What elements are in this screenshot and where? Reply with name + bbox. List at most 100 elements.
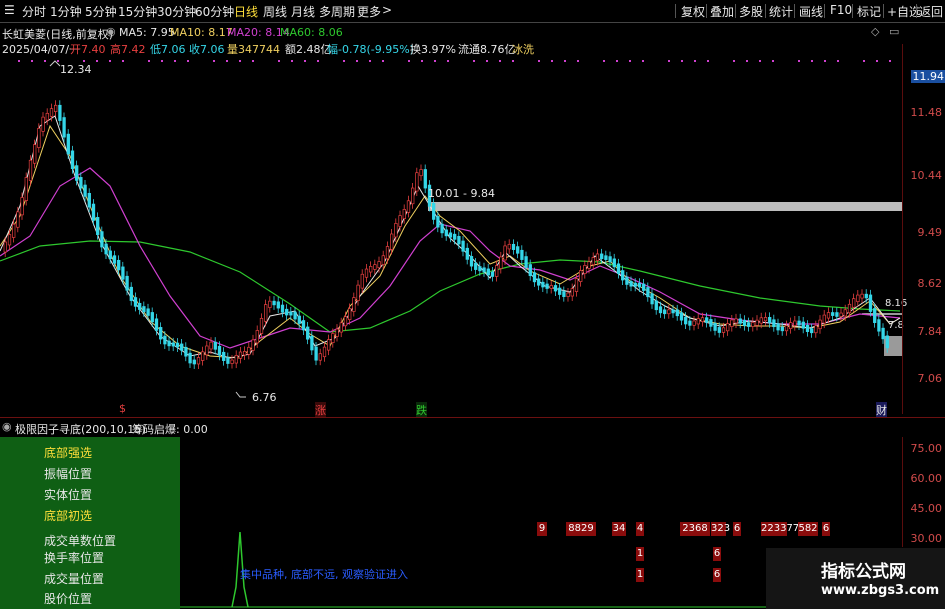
- event-marker-dollar[interactable]: $: [119, 402, 126, 415]
- signal-dot: [291, 60, 293, 62]
- diamond-icon[interactable]: ◇: [871, 25, 879, 38]
- event-marker-up[interactable]: 涨: [315, 402, 326, 418]
- tab-period-15min[interactable]: 15分钟: [118, 3, 157, 20]
- candle-body: [180, 343, 184, 351]
- candle-body: [684, 316, 688, 325]
- candle-body: [255, 330, 259, 344]
- settings-icon[interactable]: ◉: [106, 25, 116, 38]
- candle-body: [763, 317, 768, 322]
- f10-button[interactable]: F10: [830, 3, 852, 17]
- draw-line-button[interactable]: 画线: [799, 3, 823, 20]
- tab-period-multi[interactable]: 多周期: [319, 3, 355, 20]
- tab-period-60min[interactable]: 60分钟: [195, 3, 234, 20]
- overlay-button[interactable]: 叠加: [710, 3, 734, 20]
- candle-body: [360, 273, 364, 289]
- candle-body: [348, 308, 352, 320]
- signal-dot: [551, 60, 553, 62]
- indicator-settings-icon[interactable]: ◉: [2, 420, 12, 433]
- signal-dot: [733, 60, 735, 62]
- signal-dot: [681, 60, 683, 62]
- candle-body: [621, 270, 625, 281]
- candle-body: [100, 231, 104, 248]
- candle-body: [528, 264, 532, 277]
- back-button[interactable]: 返回: [919, 3, 943, 20]
- candle-body: [709, 319, 713, 327]
- candle-body: [780, 326, 784, 332]
- tab-period-daily[interactable]: 日线: [234, 3, 258, 20]
- bar-tag: 8829: [566, 522, 596, 536]
- signal-dot: [109, 60, 111, 62]
- signal-dot: [304, 60, 306, 62]
- signal-dot: [421, 60, 423, 62]
- candle-body: [373, 264, 377, 270]
- statistics-button[interactable]: 统计: [769, 3, 793, 20]
- candle-body: [772, 319, 776, 328]
- candle-body: [381, 255, 385, 265]
- signal-dot: [876, 60, 878, 62]
- tab-period-monthly[interactable]: 月线: [291, 3, 315, 20]
- candle-body: [54, 104, 58, 112]
- indicator-header: ◉ 极限因子寻底(200,10,15) 筹码启爆: 0.00: [0, 417, 945, 438]
- candle-body: [747, 322, 751, 327]
- candle-body: [205, 345, 209, 356]
- signal-dot: [499, 60, 501, 62]
- candle-body: [364, 268, 369, 278]
- candle-body: [646, 287, 650, 298]
- tab-period-weekly[interactable]: 周线: [263, 3, 287, 20]
- candle-body: [390, 233, 394, 250]
- candle-body: [70, 150, 75, 169]
- signal-dot: [668, 60, 670, 62]
- candle-body: [96, 217, 100, 235]
- candle-body: [558, 287, 562, 295]
- candle-body: [717, 327, 721, 333]
- legend-item: 成交量位置: [44, 572, 105, 586]
- candle-body: [398, 215, 402, 227]
- signal-dot: [174, 60, 176, 62]
- candle-body: [192, 359, 196, 365]
- collapse-icon[interactable]: ▭: [889, 25, 899, 38]
- event-marker-down[interactable]: 跌: [416, 402, 427, 418]
- candle-body: [562, 291, 566, 297]
- chevron-right-icon[interactable]: >: [382, 3, 392, 17]
- candle-body: [805, 324, 810, 332]
- candle-body: [457, 236, 461, 245]
- candle-body: [306, 326, 310, 340]
- candle-body: [301, 320, 306, 331]
- resistance-band: [428, 202, 902, 211]
- signal-dot: [31, 60, 33, 62]
- candle-body: [146, 308, 150, 316]
- bar-tag: 6: [713, 568, 721, 582]
- event-marker-finance[interactable]: 财: [876, 402, 887, 418]
- candlestick-chart[interactable]: [0, 56, 902, 416]
- candle-body: [818, 319, 822, 330]
- tab-period-30min[interactable]: 30分钟: [157, 3, 196, 20]
- tab-period-fenshi[interactable]: 分时: [22, 3, 46, 20]
- candle-body: [553, 285, 558, 292]
- candle-body: [369, 266, 373, 273]
- menu-icon[interactable]: ☰: [4, 3, 15, 17]
- candles: [3, 100, 889, 369]
- multi-stock-button[interactable]: 多股: [739, 3, 763, 20]
- bar-tag: 9: [537, 522, 547, 536]
- mark-button[interactable]: 标记: [857, 3, 881, 20]
- tab-period-1min[interactable]: 1分钟: [50, 3, 82, 20]
- current-price-tag: 11.94: [910, 70, 945, 83]
- signal-dot: [18, 60, 20, 62]
- candle-body: [62, 117, 66, 138]
- indicator-title[interactable]: 极限因子寻底(200,10,15): [15, 421, 146, 437]
- candle-body: [490, 271, 495, 277]
- candle-body: [532, 272, 537, 283]
- candle-body: [801, 321, 805, 329]
- tab-period-5min[interactable]: 5分钟: [85, 3, 117, 20]
- restore-rights-button[interactable]: 复权: [681, 3, 705, 20]
- bar-tag: 323: [711, 522, 731, 536]
- sector-tag[interactable]: 冰洗: [512, 41, 534, 57]
- signal-dot: [772, 60, 774, 62]
- candle-body: [784, 325, 789, 332]
- candle-body: [24, 177, 28, 201]
- candle-body: [66, 133, 70, 155]
- tab-period-more[interactable]: 更多: [357, 3, 381, 20]
- low-price-label: 6.76: [252, 391, 277, 404]
- watermark-title: 指标公式网: [821, 562, 906, 582]
- candle-body: [243, 351, 247, 356]
